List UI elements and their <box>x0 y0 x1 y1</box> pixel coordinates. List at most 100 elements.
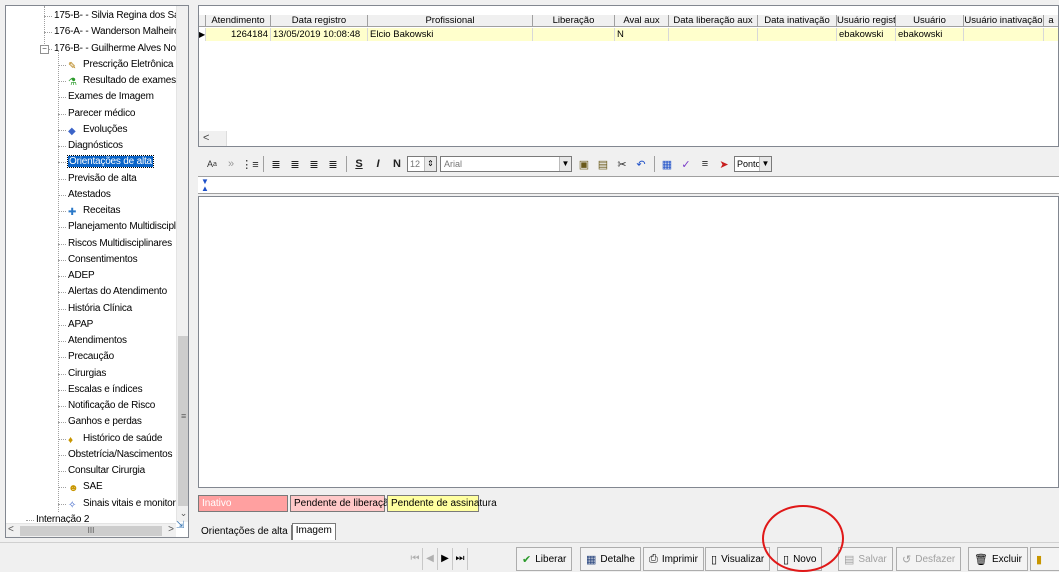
grid-cell[interactable] <box>669 28 758 41</box>
next-record-icon[interactable]: ▶ <box>438 548 453 570</box>
desfazer-button[interactable]: ↺ Desfazer <box>896 547 962 571</box>
tree-hscroll-thumb[interactable]: III <box>20 526 162 536</box>
align-right-icon[interactable]: ≣ <box>305 155 323 173</box>
imprimir-button[interactable]: ⎙ Imprimir <box>643 547 704 571</box>
excluir-button[interactable]: 🗑 Excluir <box>968 547 1028 571</box>
italic-icon[interactable]: I <box>369 155 387 173</box>
first-record-icon[interactable]: ⏮ <box>408 548 423 570</box>
tab-orientacoes[interactable]: Orientações de alta <box>198 525 292 540</box>
tree-item[interactable]: Atendimentos <box>68 333 127 349</box>
tree-item[interactable]: Consentimentos <box>68 252 138 268</box>
style-select[interactable]: Ponto ▼ <box>734 156 772 172</box>
visualizar-button[interactable]: ▯ Visualizar <box>705 547 771 571</box>
cut-icon[interactable]: ✂ <box>613 155 631 173</box>
last-record-icon[interactable]: ⏭ <box>453 548 468 570</box>
salvar-button[interactable]: ▤ Salvar <box>838 547 893 571</box>
exit-button[interactable]: ▮ <box>1030 547 1059 571</box>
tree-item[interactable]: Riscos Multidisciplinares <box>68 236 172 252</box>
column-header[interactable]: Profissional <box>368 15 533 27</box>
grid-cell[interactable]: 13/05/2019 10:08:48 <box>271 28 368 41</box>
tree-vertical-scrollbar[interactable]: ≡ ⌄ <box>176 6 188 522</box>
column-header[interactable]: Usuário <box>896 15 964 27</box>
underline-s-icon[interactable]: S <box>350 155 368 173</box>
justify-icon[interactable]: ≣ <box>324 155 342 173</box>
liberar-button[interactable]: ✔ Liberar <box>516 547 573 571</box>
detalhe-button[interactable]: ▦ Detalhe <box>580 547 641 571</box>
tree-item[interactable]: ✧ Sinais vitais e monitoriz <box>68 496 183 512</box>
column-header[interactable]: Data inativação <box>758 15 837 27</box>
ruler[interactable]: ▼ ▲ <box>198 176 1059 194</box>
indent-marker-icon[interactable]: ▲ <box>201 184 209 193</box>
column-header[interactable]: Atendimento <box>206 15 271 27</box>
text-editor[interactable] <box>198 196 1059 488</box>
tree-item[interactable]: Consultar Cirurgia <box>68 463 145 479</box>
tree-item[interactable]: 175-B- - Silvia Regina dos San <box>54 8 185 24</box>
grid-cell[interactable]: ebakowski <box>837 28 896 41</box>
font-style-icon[interactable]: Aa <box>203 155 221 173</box>
column-header[interactable]: Liberação <box>533 15 615 27</box>
spellcheck-icon[interactable]: ✓ <box>677 155 695 173</box>
column-header[interactable]: Data liberação aux <box>669 15 758 27</box>
tree-item[interactable]: Orientações de alta <box>67 154 154 170</box>
column-header[interactable]: Usuário registro <box>837 15 896 27</box>
tree-item[interactable]: Previsão de alta <box>68 171 137 187</box>
column-header[interactable]: Usuário inativação <box>964 15 1044 27</box>
grid-cell[interactable]: Elcio Bakowski <box>368 28 533 41</box>
tree-item[interactable]: Notificação de Risco <box>68 398 155 414</box>
line-spacing-icon[interactable]: ≡ <box>696 155 714 173</box>
tree-item[interactable]: 176-B- - Guilherme Alves Nogu <box>54 41 187 57</box>
grid-cell[interactable] <box>758 28 837 41</box>
tree-item[interactable]: Precaução <box>68 349 114 365</box>
tree-item[interactable]: Alertas do Atendimento <box>68 284 167 300</box>
font-name-select[interactable]: Arial ▼ <box>440 156 572 172</box>
table-icon[interactable]: ▦ <box>658 155 676 173</box>
grid-cell[interactable] <box>533 28 615 41</box>
tree-item[interactable]: ✚ Receitas <box>68 203 121 219</box>
tree-item[interactable]: Parecer médico <box>68 106 135 122</box>
copy-icon[interactable]: ▤ <box>594 155 612 173</box>
tree-item[interactable]: Escalas e índices <box>68 382 143 398</box>
table-row[interactable]: ▶ 1264184 13/05/2019 10:08:48 Elcio Bakowsk… <box>199 28 1058 41</box>
tree-item[interactable]: ♦ Histórico de saúde <box>68 431 162 447</box>
column-header[interactable]: Aval aux <box>615 15 669 27</box>
tree-item[interactable]: ADEP <box>68 268 95 284</box>
tree-item[interactable]: Cirurgias <box>68 366 106 382</box>
tab-imagem[interactable]: Imagem <box>291 523 336 540</box>
tree-horizontal-scrollbar[interactable]: < III > <box>6 523 176 537</box>
paste-icon[interactable]: ▣ <box>575 155 593 173</box>
bullet-list-icon[interactable]: ⋮≡ <box>241 155 259 173</box>
tree-item[interactable]: Planejamento Multidisciplin <box>68 219 183 235</box>
grid-cell[interactable]: ebakowski <box>896 28 964 41</box>
align-left-icon[interactable]: ≣ <box>267 155 285 173</box>
tree-item[interactable]: Atestados <box>68 187 111 203</box>
novo-button[interactable]: ▯ Novo <box>777 547 823 571</box>
bold-icon[interactable]: N <box>388 155 406 173</box>
column-header[interactable]: Data registro <box>271 15 368 27</box>
font-size-select[interactable]: 12 ⇕ <box>407 156 437 172</box>
pin-icon[interactable]: ⇲ <box>176 520 186 532</box>
previous-record-icon[interactable]: ◀ <box>423 548 438 570</box>
tree-item[interactable]: Ganhos e perdas <box>68 414 142 430</box>
tree-item[interactable]: ◆ Evoluções <box>68 122 128 138</box>
tree-item[interactable]: 176-A- - Wanderson Malheiros <box>54 24 184 40</box>
tree-scroll-thumb[interactable]: ≡ <box>178 336 188 506</box>
tree-item[interactable]: Exames de Imagem <box>68 89 154 105</box>
undo-icon[interactable]: ↶ <box>632 155 650 173</box>
scroll-right-icon[interactable]: > <box>168 524 174 535</box>
arrow-icon[interactable]: ➤ <box>715 155 733 173</box>
column-header[interactable]: a <box>1044 15 1058 27</box>
navigation-tree[interactable]: 175-B- - Silvia Regina dos San 176-A- - W… <box>5 5 189 538</box>
grid-hscroll-left-icon[interactable]: < <box>199 131 227 146</box>
tree-item[interactable]: Diagnósticos <box>68 138 123 154</box>
tree-item[interactable]: APAP <box>68 317 93 333</box>
grid-cell[interactable]: N <box>615 28 669 41</box>
scroll-left-icon[interactable]: < <box>8 524 14 535</box>
grid-cell[interactable] <box>1044 28 1058 41</box>
tree-item[interactable]: Obstetrícia/Nascimentos <box>68 447 173 463</box>
records-grid[interactable]: Atendimento Data registro Profissional Libe… <box>198 5 1059 147</box>
grid-cell[interactable]: 1264184 <box>206 28 271 41</box>
clear-format-icon[interactable]: » <box>222 155 240 173</box>
tree-item[interactable]: História Clínica <box>68 301 132 317</box>
tree-item[interactable]: ✎ Prescrição Eletrônica <box>68 57 173 73</box>
align-center-icon[interactable]: ≣ <box>286 155 304 173</box>
